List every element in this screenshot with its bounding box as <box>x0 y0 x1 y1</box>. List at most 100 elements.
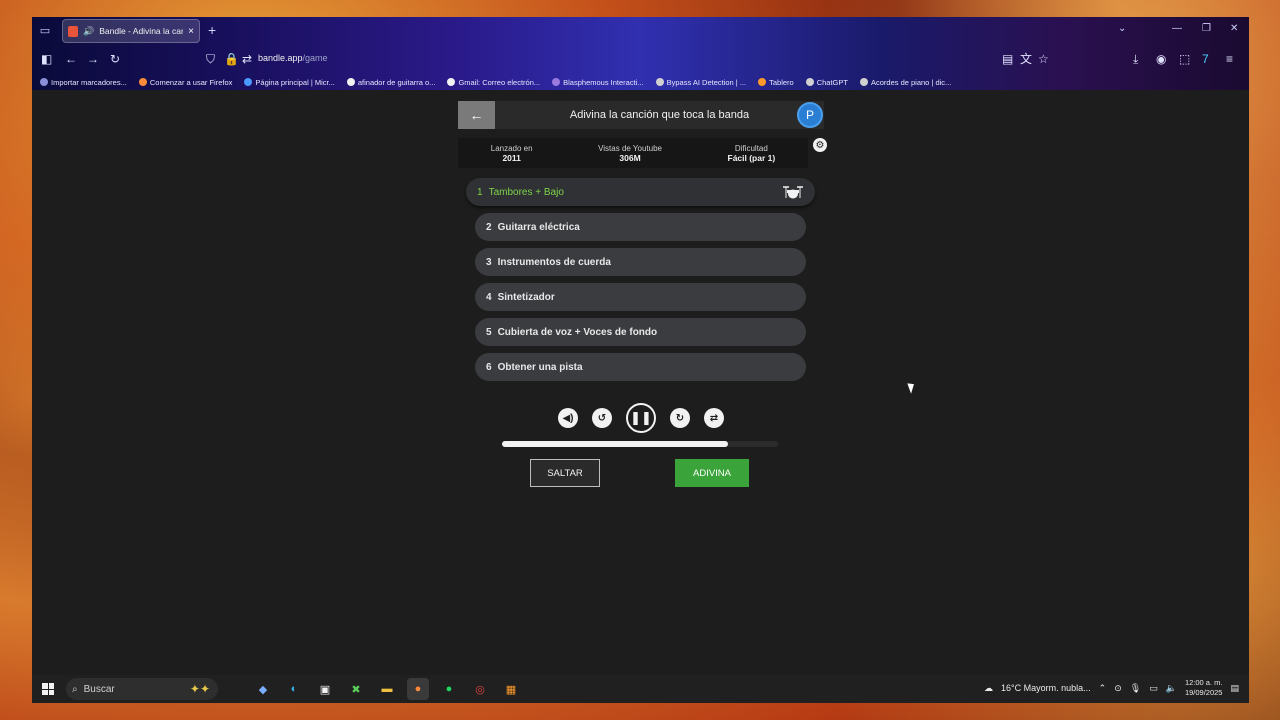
blasphemous-icon <box>552 78 561 86</box>
bandle-page: ← Adivina la canción que toca la banda P… <box>32 90 1249 662</box>
game-header: ← Adivina la canción que toca la banda P <box>458 101 824 129</box>
skip-button[interactable]: SALTAR <box>530 459 600 487</box>
google-icon <box>447 78 456 86</box>
search-placeholder: Buscar <box>83 683 115 695</box>
track-3[interactable]: 3 Instrumentos de cuerda <box>475 248 806 276</box>
track-4[interactable]: 4 Sintetizador <box>475 283 806 311</box>
bandle-favicon-icon <box>68 25 78 37</box>
windows-start-icon[interactable] <box>42 683 54 695</box>
clock[interactable]: 12:00 a. m. 19/09/2025 <box>1185 678 1223 698</box>
track-number: 3 <box>486 256 492 268</box>
nav-bar: ◧ ← → ↻ ⛉ 🔒 ⇄ bandle.app/game ▤ 文 ☆ ⤓ ◉ … <box>32 47 1249 71</box>
microphone-icon[interactable]: 🎙 <box>1130 683 1141 694</box>
import-icon <box>40 78 48 86</box>
tab-overflow-chevron-icon[interactable]: ⌄ <box>1118 23 1126 34</box>
store-icon[interactable]: ▣ <box>314 678 336 700</box>
avatar[interactable]: P <box>797 102 823 128</box>
track-label: Instrumentos de cuerda <box>497 256 611 268</box>
reader-view-icon[interactable]: ▤ <box>1002 52 1013 66</box>
track-1[interactable]: 1 Tambores + Bajo <box>466 178 815 206</box>
piano-chords-icon <box>859 78 868 86</box>
reload-icon[interactable]: ↻ <box>110 52 120 66</box>
network-icon[interactable]: ▭ <box>1149 683 1158 694</box>
site-permissions-icon[interactable]: ⇄ <box>242 52 252 66</box>
volume-icon[interactable]: ◀) <box>558 408 578 428</box>
window-close-icon[interactable]: ✕ <box>1230 23 1238 34</box>
pause-icon[interactable]: ❚❚ <box>626 403 656 433</box>
edge-icon[interactable]: ◐ <box>283 678 305 700</box>
extensions-icon[interactable]: ⬚ <box>1179 52 1190 66</box>
back-arrow-icon: ← <box>469 107 484 123</box>
tab-bar: ▭ 🔊 Bandle - Adivina la canción × + ⌄ — … <box>32 17 1249 45</box>
bookmark-item[interactable]: ChatGPT <box>805 74 848 90</box>
restore-icon[interactable]: ❐ <box>1202 23 1211 34</box>
settings-gear-icon[interactable]: ⚙ <box>813 138 827 152</box>
firefox-icon <box>138 78 147 86</box>
taskbar-search[interactable]: ⌕ Buscar ✦✦ <box>66 678 218 700</box>
player-controls: ◀) ↺ ❚❚ ↻ ⇄ <box>558 403 724 433</box>
bookmark-item[interactable]: Gmail: Correo electrón... <box>447 74 540 90</box>
rewind-5-icon[interactable]: ↺ <box>592 408 612 428</box>
taskbar-apps: ◆ ◐ ▣ ✖ ▬ ● ● ◎ ▦ <box>252 678 522 700</box>
camera-icon[interactable]: ⊙ <box>1114 683 1122 694</box>
track-number: 2 <box>486 221 492 233</box>
browser-chrome: ▭ 🔊 Bandle - Adivina la canción × + ⌄ — … <box>32 17 1249 90</box>
url-bar[interactable]: bandle.app/game <box>258 53 328 63</box>
tab-list-icon[interactable]: ▭ <box>38 24 52 38</box>
forward-arrow-icon[interactable]: → <box>87 52 99 66</box>
search-icon: ⌕ <box>72 683 78 695</box>
notifications-icon[interactable]: ▤ <box>1230 683 1239 694</box>
track-number: 6 <box>486 361 492 373</box>
new-tab-icon[interactable]: + <box>208 23 216 37</box>
volume-icon[interactable]: 🔈 <box>1166 683 1177 694</box>
speaker-icon[interactable]: 🔊 <box>83 26 94 37</box>
extension-icon[interactable]: 7 <box>1202 52 1209 66</box>
download-icon[interactable]: ⤓ <box>1133 52 1138 66</box>
firefox-icon[interactable]: ● <box>407 678 429 700</box>
translate-icon[interactable]: 文 <box>1020 52 1032 66</box>
guess-button[interactable]: ADIVINA <box>675 459 749 487</box>
weather-icon: ☁ <box>984 682 994 693</box>
bookmark-item[interactable]: Bypass AI Detection | ... <box>655 74 746 90</box>
edge-icon <box>244 78 253 86</box>
youtube-views: Vistas de Youtube 306M <box>598 143 662 163</box>
track-2[interactable]: 2 Guitarra eléctrica <box>475 213 806 241</box>
lock-icon[interactable]: 🔒 <box>224 52 239 66</box>
bookmark-item[interactable]: Tablero <box>758 74 794 90</box>
bookmark-item[interactable]: Importar marcadores... <box>40 74 127 90</box>
bookmark-item[interactable]: Página principal | Micr... <box>244 74 335 90</box>
bookmark-item[interactable]: Blasphemous Interacti... <box>552 74 644 90</box>
menu-icon[interactable]: ≡ <box>1226 52 1233 66</box>
chatgpt-icon <box>805 78 814 86</box>
app-icon[interactable]: ▦ <box>500 678 522 700</box>
weather-text[interactable]: 16°C Mayorm. nubla... <box>1001 683 1091 693</box>
bookmark-item[interactable]: afinador de guitarra o... <box>346 74 435 90</box>
playback-progress[interactable] <box>502 441 778 447</box>
sidebar-toggle-icon[interactable]: ◧ <box>41 52 52 66</box>
track-label: Sintetizador <box>497 291 555 303</box>
chevron-up-icon[interactable]: ⌃ <box>1099 683 1107 694</box>
minimize-icon[interactable]: — <box>1172 23 1182 34</box>
track-number: 1 <box>477 186 483 198</box>
file-explorer-icon[interactable]: ▬ <box>376 678 398 700</box>
bookmark-star-icon[interactable]: ☆ <box>1038 52 1049 66</box>
account-icon[interactable]: ◉ <box>1156 52 1166 66</box>
bookmark-item[interactable]: Comenzar a usar Firefox <box>138 74 232 90</box>
spotify-icon[interactable]: ● <box>438 678 460 700</box>
back-button[interactable]: ← <box>458 101 495 129</box>
page-title: Adivina la canción que toca la banda <box>569 109 750 121</box>
forward-5-icon[interactable]: ↻ <box>670 408 690 428</box>
drum-kit-icon <box>783 186 803 199</box>
track-5[interactable]: 5 Cubierta de voz + Voces de fondo <box>475 318 806 346</box>
copilot-icon[interactable]: ◆ <box>252 678 274 700</box>
track-number: 4 <box>486 291 492 303</box>
xbox-icon[interactable]: ✖ <box>345 678 367 700</box>
bookmark-item[interactable]: Acordes de piano | dic... <box>859 74 951 90</box>
repeat-off-icon[interactable]: ⇄ <box>704 408 724 428</box>
app-icon[interactable]: ◎ <box>469 678 491 700</box>
back-arrow-icon[interactable]: ← <box>65 52 77 66</box>
close-tab-icon[interactable]: × <box>188 26 194 37</box>
hint-button[interactable]: 6 Obtener una pista <box>475 353 806 381</box>
shield-icon[interactable]: ⛉ <box>206 52 215 66</box>
tab-bandle[interactable]: 🔊 Bandle - Adivina la canción × <box>62 19 200 43</box>
